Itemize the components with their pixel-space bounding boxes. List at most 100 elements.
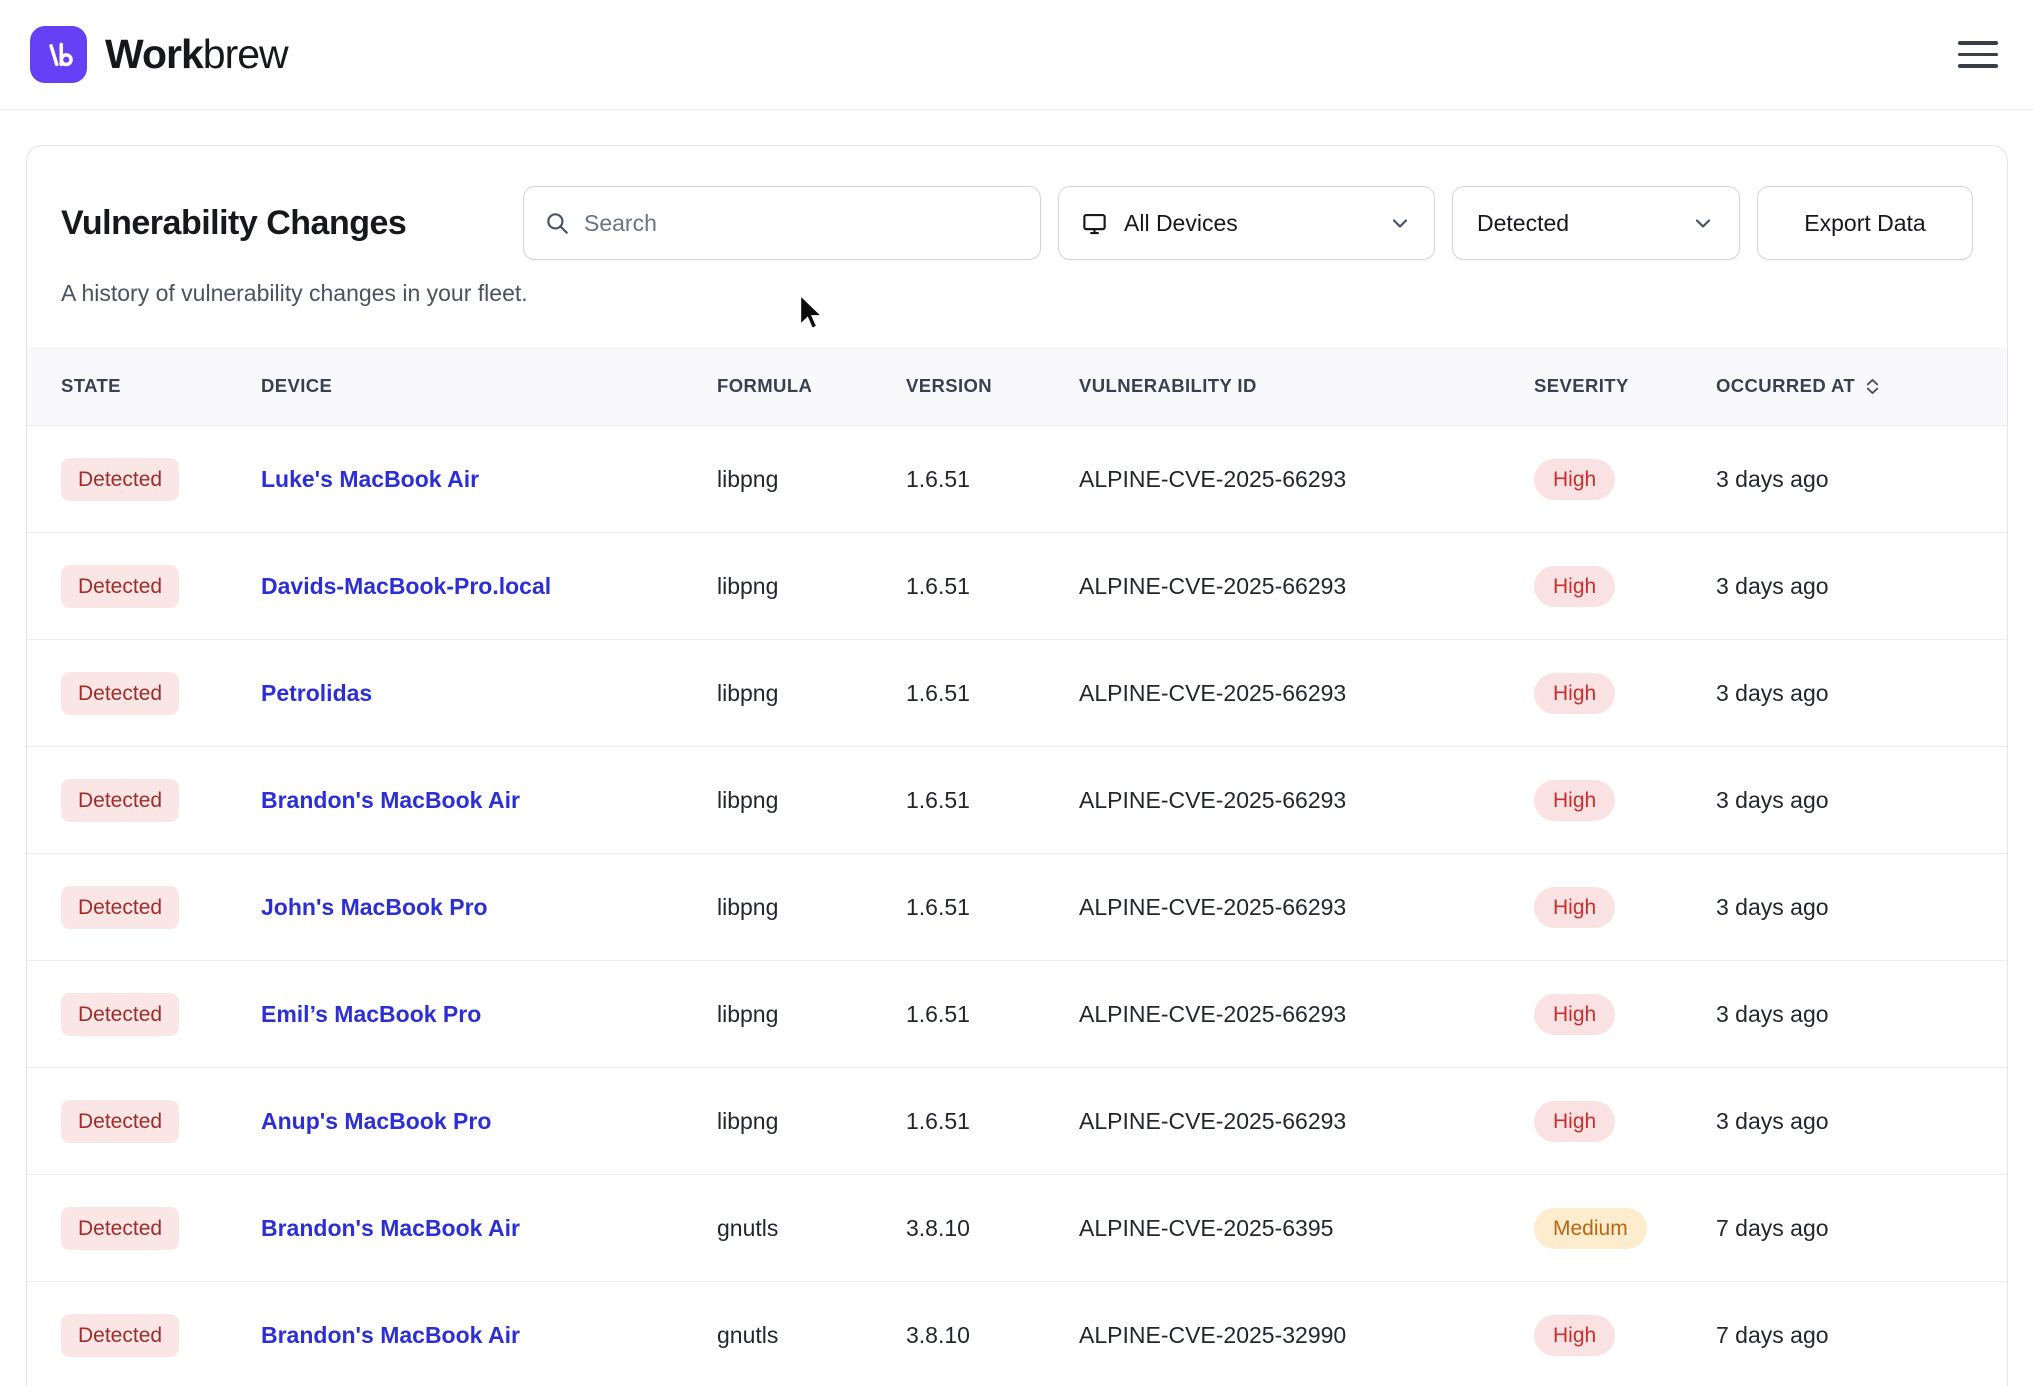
formula-cell: libpng: [717, 1068, 906, 1175]
version-cell: 3.8.10: [906, 1282, 1079, 1386]
export-data-button[interactable]: Export Data: [1757, 186, 1973, 260]
vulnerability-id-cell: ALPINE-CVE-2025-66293: [1079, 426, 1534, 533]
device-link[interactable]: Brandon's MacBook Air: [261, 1322, 520, 1348]
device-filter-dropdown[interactable]: All Devices: [1058, 186, 1435, 260]
device-filter-value: All Devices: [1124, 210, 1372, 237]
formula-cell: libpng: [717, 426, 906, 533]
formula-cell: libpng: [717, 533, 906, 640]
column-header-occurred-at[interactable]: Occurred At: [1716, 347, 2007, 426]
vulnerability-id-cell: ALPINE-CVE-2025-66293: [1079, 1068, 1534, 1175]
page-subtitle: A history of vulnerability changes in yo…: [27, 260, 2007, 307]
column-header-device: Device: [261, 347, 717, 426]
occurred-at-cell: 7 days ago: [1716, 1175, 2007, 1282]
vulnerability-id-cell: ALPINE-CVE-2025-66293: [1079, 640, 1534, 747]
column-header-vulnerability-id: Vulnerability ID: [1079, 347, 1534, 426]
table-row: Detected Brandon's MacBook Air gnutls 3.…: [27, 1282, 2007, 1386]
occurred-at-cell: 7 days ago: [1716, 1282, 2007, 1386]
top-bar: Workbrew: [0, 0, 2034, 110]
state-filter-dropdown[interactable]: Detected: [1452, 186, 1740, 260]
state-badge: Detected: [61, 1314, 179, 1357]
version-cell: 1.6.51: [906, 747, 1079, 854]
table-row: Detected Anup's MacBook Pro libpng 1.6.5…: [27, 1068, 2007, 1175]
version-cell: 1.6.51: [906, 533, 1079, 640]
device-link[interactable]: Davids-MacBook-Pro.local: [261, 573, 551, 599]
occurred-at-cell: 3 days ago: [1716, 854, 2007, 961]
state-badge: Detected: [61, 993, 179, 1036]
severity-badge: High: [1534, 459, 1615, 500]
vulnerability-id-cell: ALPINE-CVE-2025-66293: [1079, 747, 1534, 854]
search-field: [523, 186, 1041, 260]
column-header-version: Version: [906, 347, 1079, 426]
table-row: Detected Davids-MacBook-Pro.local libpng…: [27, 533, 2007, 640]
version-cell: 1.6.51: [906, 426, 1079, 533]
occurred-at-cell: 3 days ago: [1716, 533, 2007, 640]
formula-cell: libpng: [717, 747, 906, 854]
severity-badge: High: [1534, 780, 1615, 821]
device-link[interactable]: John's MacBook Pro: [261, 894, 488, 920]
severity-badge: High: [1534, 994, 1615, 1035]
table-row: Detected Emil’s MacBook Pro libpng 1.6.5…: [27, 961, 2007, 1068]
device-link[interactable]: Luke's MacBook Air: [261, 466, 479, 492]
formula-cell: gnutls: [717, 1282, 906, 1386]
occurred-at-cell: 3 days ago: [1716, 961, 2007, 1068]
vulnerability-id-cell: ALPINE-CVE-2025-66293: [1079, 533, 1534, 640]
column-header-state: State: [27, 347, 261, 426]
device-link[interactable]: Brandon's MacBook Air: [261, 787, 520, 813]
state-badge: Detected: [61, 886, 179, 929]
state-badge: Detected: [61, 779, 179, 822]
severity-badge: High: [1534, 887, 1615, 928]
table-row: Detected John's MacBook Pro libpng 1.6.5…: [27, 854, 2007, 961]
version-cell: 1.6.51: [906, 854, 1079, 961]
version-cell: 1.6.51: [906, 1068, 1079, 1175]
severity-badge: High: [1534, 1101, 1615, 1142]
hamburger-menu-icon[interactable]: [1952, 32, 2004, 78]
state-badge: Detected: [61, 565, 179, 608]
device-link[interactable]: Emil’s MacBook Pro: [261, 1001, 481, 1027]
sort-icon: [1863, 377, 1882, 396]
table-row: Detected Brandon's MacBook Air gnutls 3.…: [27, 1175, 2007, 1282]
vulnerability-id-cell: ALPINE-CVE-2025-66293: [1079, 961, 1534, 1068]
occurred-at-cell: 3 days ago: [1716, 747, 2007, 854]
column-header-formula: Formula: [717, 347, 906, 426]
severity-badge: High: [1534, 566, 1615, 607]
formula-cell: gnutls: [717, 1175, 906, 1282]
chevron-down-icon: [1691, 211, 1715, 235]
workbrew-logo-icon: [30, 26, 87, 83]
formula-cell: libpng: [717, 640, 906, 747]
table-row: Detected Brandon's MacBook Air libpng 1.…: [27, 747, 2007, 854]
version-cell: 1.6.51: [906, 640, 1079, 747]
state-badge: Detected: [61, 672, 179, 715]
search-icon: [544, 210, 570, 236]
page-title: Vulnerability Changes: [61, 204, 406, 243]
search-input[interactable]: [584, 210, 1020, 237]
brand-logo[interactable]: Workbrew: [30, 26, 288, 83]
formula-cell: libpng: [717, 961, 906, 1068]
device-link[interactable]: Anup's MacBook Pro: [261, 1108, 491, 1134]
severity-badge: High: [1534, 673, 1615, 714]
occurred-at-cell: 3 days ago: [1716, 640, 2007, 747]
version-cell: 1.6.51: [906, 961, 1079, 1068]
version-cell: 3.8.10: [906, 1175, 1079, 1282]
table-row: Detected Petrolidas libpng 1.6.51 ALPINE…: [27, 640, 2007, 747]
vulnerability-table: State Device Formula Version Vulnerabili…: [27, 347, 2007, 1386]
table-row: Detected Luke's MacBook Air libpng 1.6.5…: [27, 426, 2007, 533]
occurred-at-cell: 3 days ago: [1716, 1068, 2007, 1175]
brand-wordmark: Workbrew: [105, 31, 288, 78]
toolbar: All Devices Detected Export Data: [523, 186, 1973, 260]
state-badge: Detected: [61, 1100, 179, 1143]
vulnerability-changes-card: Vulnerability Changes All Devices Detect…: [26, 145, 2008, 1386]
state-badge: Detected: [61, 1207, 179, 1250]
monitor-icon: [1081, 210, 1108, 237]
device-link[interactable]: Brandon's MacBook Air: [261, 1215, 520, 1241]
device-link[interactable]: Petrolidas: [261, 680, 372, 706]
column-header-severity: Severity: [1534, 347, 1716, 426]
state-filter-value: Detected: [1477, 210, 1691, 237]
chevron-down-icon: [1388, 211, 1412, 235]
vulnerability-id-cell: ALPINE-CVE-2025-6395: [1079, 1175, 1534, 1282]
state-badge: Detected: [61, 458, 179, 501]
card-header: Vulnerability Changes All Devices Detect…: [27, 146, 2007, 260]
formula-cell: libpng: [717, 854, 906, 961]
severity-badge: High: [1534, 1315, 1615, 1356]
table-header-row: State Device Formula Version Vulnerabili…: [27, 347, 2007, 426]
occurred-at-cell: 3 days ago: [1716, 426, 2007, 533]
